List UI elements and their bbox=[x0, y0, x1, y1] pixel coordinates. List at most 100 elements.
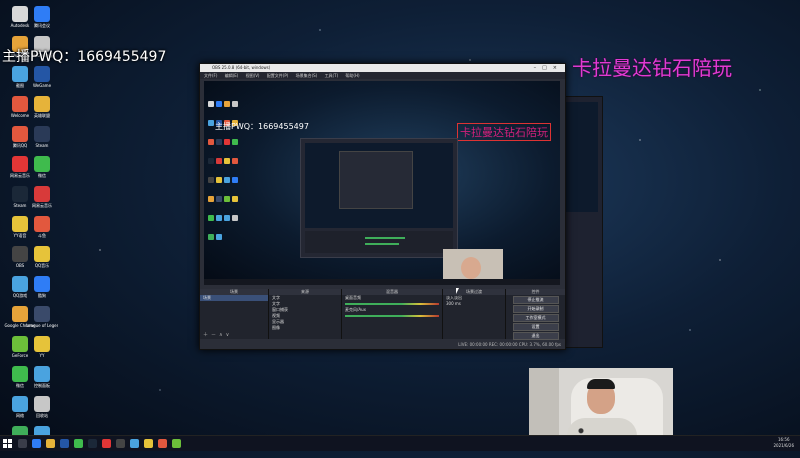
steam-icon[interactable] bbox=[88, 439, 97, 448]
controls-dock[interactable]: 控件 停止推流 开始录制 工作室模式 设置 退出 bbox=[506, 289, 566, 340]
music-icon[interactable] bbox=[102, 439, 111, 448]
nested-meter bbox=[365, 237, 405, 239]
geforce-icon[interactable] bbox=[172, 439, 181, 448]
preview-title-overlay: 卡拉曼达钻石陪玩 bbox=[457, 123, 551, 141]
desktop-audio-meter[interactable] bbox=[345, 303, 439, 305]
obs-icon[interactable] bbox=[116, 439, 125, 448]
menu-view[interactable]: 视图(V) bbox=[246, 73, 260, 78]
desktop-icon[interactable]: 回收站 bbox=[26, 394, 58, 428]
preview-app-icon bbox=[232, 196, 238, 202]
streamer-qq-overlay: 主播PWQ：1669455497 bbox=[2, 49, 167, 65]
sources-dock[interactable]: 来源 文字 文字 窗口捕获 视频 显示器 图像 bbox=[269, 289, 342, 339]
desktop-icon[interactable]: QQ音乐 bbox=[26, 244, 58, 278]
qq-icon[interactable] bbox=[130, 439, 139, 448]
studio-mode-button[interactable]: 工作室模式 bbox=[512, 314, 559, 322]
nested-mixer-bar bbox=[305, 231, 453, 253]
preview-app-icon bbox=[232, 139, 238, 145]
controls-header: 控件 bbox=[506, 289, 565, 295]
desktop-icon[interactable]: 微信 bbox=[26, 154, 58, 188]
transition-duration[interactable]: 300 ms bbox=[443, 301, 505, 307]
obs-window[interactable]: OBS 25.0.8 (64-bit, windows) –□× 文件(F) 编… bbox=[199, 63, 566, 350]
menu-help[interactable]: 帮助(H) bbox=[345, 73, 359, 78]
desktop-icon-label: 腾讯会议 bbox=[34, 23, 50, 28]
obs-preview[interactable]: 主播PWQ：1669455497 卡拉曼达钻石陪玩 bbox=[204, 81, 560, 285]
nested-mini-window bbox=[339, 151, 413, 209]
source-item[interactable]: 图像 bbox=[269, 325, 341, 331]
preview-app-icon bbox=[232, 215, 238, 221]
menu-file[interactable]: 文件(F) bbox=[204, 73, 217, 78]
app-icon bbox=[34, 126, 50, 142]
explorer-icon[interactable] bbox=[46, 439, 55, 448]
app-icon bbox=[34, 156, 50, 172]
preview-app-icon bbox=[216, 177, 222, 183]
desktop-icon[interactable]: WeGame bbox=[26, 64, 58, 98]
desktop-icon-label: Steam bbox=[35, 143, 49, 148]
scene-item[interactable]: 场景 bbox=[200, 295, 268, 301]
preview-app-icon bbox=[224, 139, 230, 145]
wegame-icon[interactable] bbox=[60, 439, 69, 448]
preview-app-icon bbox=[216, 196, 222, 202]
preview-app-icon bbox=[216, 234, 222, 240]
stop-streaming-button[interactable]: 停止推流 bbox=[512, 296, 559, 304]
preview-app-icon bbox=[208, 177, 214, 183]
preview-app-icon bbox=[208, 120, 214, 126]
menu-edit[interactable]: 编辑(E) bbox=[225, 73, 239, 78]
desktop-icon-label: YY bbox=[39, 353, 45, 358]
menu-scene-collection[interactable]: 场景集合(S) bbox=[296, 73, 318, 78]
app-icon bbox=[34, 306, 50, 322]
edge-icon[interactable] bbox=[32, 439, 41, 448]
app-icon bbox=[34, 6, 50, 22]
obs-docks: 场景 场景 ＋－∧∨ 来源 文字 文字 窗口捕获 视频 显示器 图像 混音器 桌… bbox=[200, 289, 566, 340]
obs-status-bar: LIVE: 00:00:00 REC: 00:00:00 CPU: 3.7%, … bbox=[200, 341, 565, 349]
scenes-dock[interactable]: 场景 场景 ＋－∧∨ bbox=[200, 289, 269, 339]
clock-date: 2021/6/26 bbox=[773, 443, 794, 448]
system-clock[interactable]: 16:56 2021/6/26 bbox=[773, 437, 794, 449]
preview-app-icon bbox=[208, 215, 214, 221]
preview-app-icon bbox=[232, 101, 238, 107]
app-icon bbox=[34, 336, 50, 352]
app-icon bbox=[34, 276, 50, 292]
app-icon bbox=[34, 366, 50, 382]
desktop-icon[interactable]: 英雄联盟 bbox=[26, 94, 58, 128]
mouse-cursor bbox=[456, 288, 459, 294]
search-icon[interactable] bbox=[18, 439, 27, 448]
start-button[interactable] bbox=[3, 439, 12, 448]
wechat-icon[interactable] bbox=[74, 439, 83, 448]
desktop-icon[interactable]: League of Legends bbox=[26, 304, 58, 338]
desktop-icon[interactable]: YY bbox=[26, 334, 58, 368]
mixer-channel-desktop: 桌面音频 bbox=[345, 295, 361, 300]
preview-app-icon bbox=[224, 215, 230, 221]
scene-controls[interactable]: ＋－∧∨ bbox=[203, 331, 232, 338]
preview-app-icon bbox=[208, 101, 214, 107]
preview-app-icon bbox=[232, 158, 238, 164]
preview-app-icon bbox=[216, 101, 222, 107]
windows-taskbar: 16:56 2021/6/26 bbox=[0, 435, 800, 451]
mic-audio-meter[interactable] bbox=[345, 315, 439, 317]
desktop-icon[interactable]: 控制面板 bbox=[26, 364, 58, 398]
desktop-icon[interactable]: 斗鱼 bbox=[26, 214, 58, 248]
app-icon[interactable] bbox=[158, 439, 167, 448]
stream-title-overlay: 卡拉曼达钻石陪玩 bbox=[572, 56, 732, 80]
desktop-icon-label: QQ音乐 bbox=[34, 263, 50, 268]
settings-button[interactable]: 设置 bbox=[512, 323, 559, 331]
app-icon bbox=[34, 246, 50, 262]
preview-app-icon bbox=[208, 158, 214, 164]
menu-profile[interactable]: 配置文件(P) bbox=[267, 73, 289, 78]
yy-icon[interactable] bbox=[144, 439, 153, 448]
menu-tools[interactable]: 工具(T) bbox=[325, 73, 339, 78]
start-recording-button[interactable]: 开始录制 bbox=[512, 305, 559, 313]
window-controls[interactable]: –□× bbox=[534, 64, 563, 72]
transitions-dock[interactable]: 场景过渡 淡入淡出 300 ms bbox=[443, 289, 506, 339]
background-window-content bbox=[566, 102, 598, 212]
desktop-icon[interactable]: 腾讯会议 bbox=[26, 4, 58, 38]
desktop-icon[interactable]: 酷狗 bbox=[26, 274, 58, 308]
preview-app-icon bbox=[232, 177, 238, 183]
obs-title: OBS 25.0.8 (64-bit, windows) bbox=[212, 65, 271, 70]
mixer-dock[interactable]: 混音器 桌面音频 麦克风/Aux bbox=[342, 289, 443, 339]
desktop-icon[interactable]: Steam bbox=[26, 124, 58, 158]
desktop-icon-label: League of Legends bbox=[26, 323, 58, 328]
desktop-icon-label: WeGame bbox=[32, 83, 52, 88]
obs-titlebar[interactable]: OBS 25.0.8 (64-bit, windows) –□× bbox=[200, 64, 565, 72]
exit-button[interactable]: 退出 bbox=[512, 332, 559, 340]
desktop-icon[interactable]: 网易云音乐 bbox=[26, 184, 58, 218]
